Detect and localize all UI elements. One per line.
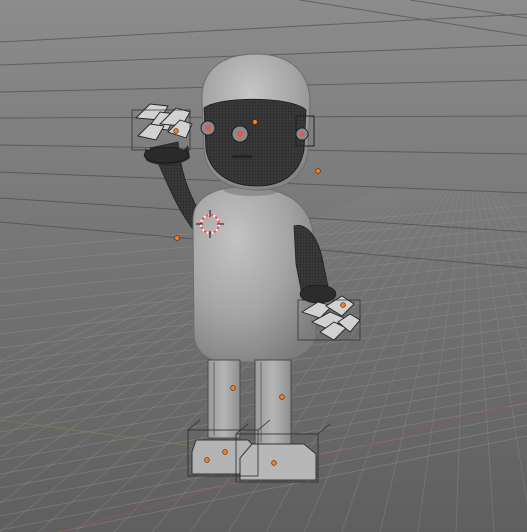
torso [192, 186, 317, 363]
viewport-scene [0, 0, 527, 532]
left-eye-icon [200, 120, 216, 136]
3d-viewport[interactable] [0, 0, 527, 532]
right-eye-icon [231, 125, 249, 143]
side-eye-icon [295, 127, 309, 141]
